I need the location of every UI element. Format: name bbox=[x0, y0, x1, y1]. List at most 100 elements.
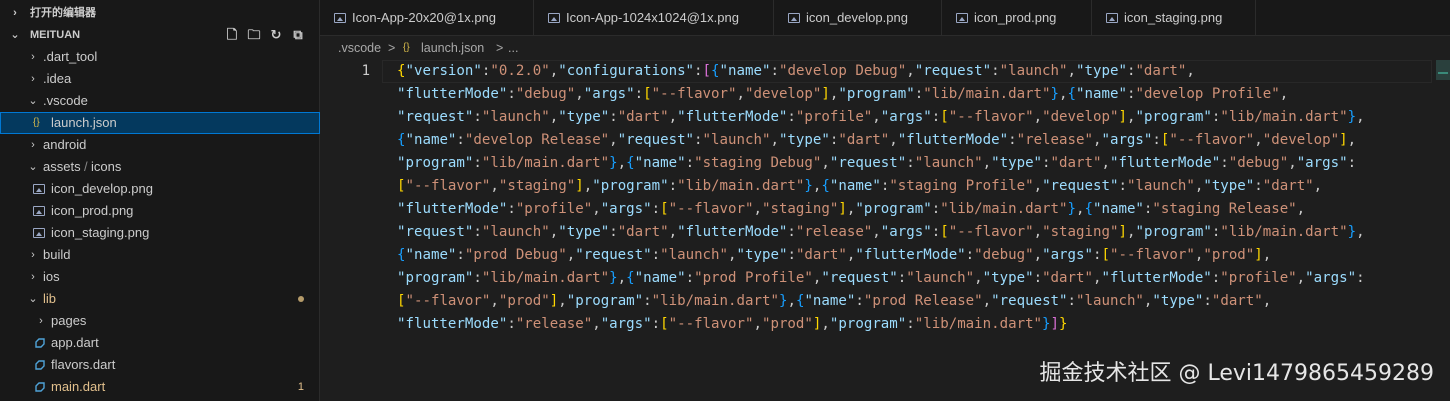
tree-item-label: android bbox=[43, 137, 87, 152]
tree-item-label: .idea bbox=[43, 71, 72, 86]
tree-item-label: main.dart bbox=[51, 379, 106, 394]
code-line: {"name":"develop Release","request":"lau… bbox=[397, 132, 1357, 148]
collapse-all-icon[interactable]: ⧉ bbox=[290, 27, 306, 43]
tree-item-ios[interactable]: › ios bbox=[0, 266, 320, 288]
tree-item-label: pages bbox=[51, 313, 87, 328]
tree-item-label: flavors.dart bbox=[51, 357, 116, 372]
tree-item-icon-prod[interactable]: icon_prod.png bbox=[0, 200, 320, 222]
image-file-icon bbox=[788, 13, 800, 23]
tree-item-label: icon_staging.png bbox=[51, 225, 150, 240]
code-line: ["--flavor","prod"],"program":"lib/main.… bbox=[397, 293, 1272, 309]
code-editor[interactable]: 1 {"version":"0.2.0","configurations":[{… bbox=[320, 60, 1450, 401]
image-file-icon bbox=[33, 184, 45, 194]
tree-item-assets-icons[interactable]: ⌄ assets / icons bbox=[0, 156, 320, 178]
tab-icon-app-1024[interactable]: Icon-App-1024x1024@1x.png bbox=[534, 0, 774, 36]
tree-item-icon-staging[interactable]: icon_staging.png bbox=[0, 222, 320, 244]
code-line: {"version":"0.2.0","configurations":[{"n… bbox=[397, 63, 1195, 79]
tree-item-icon-develop[interactable]: icon_develop.png bbox=[0, 178, 320, 200]
chevron-down-icon: ⌄ bbox=[28, 161, 38, 173]
tab-icon-prod[interactable]: icon_prod.png bbox=[942, 0, 1092, 36]
refresh-icon[interactable]: ↻ bbox=[268, 27, 284, 43]
breadcrumb-more[interactable]: ... bbox=[508, 36, 518, 60]
code-line: "program":"lib/main.dart"},{"name":"stag… bbox=[397, 155, 1357, 171]
tree-item-pages[interactable]: › pages bbox=[0, 310, 320, 332]
code-line: "request":"launch","type":"dart","flutte… bbox=[397, 224, 1365, 240]
tab-label: Icon-App-20x20@1x.png bbox=[352, 10, 497, 25]
chevron-down-icon: ⌄ bbox=[10, 29, 20, 41]
dart-file-icon bbox=[35, 360, 45, 370]
tree-item-lib[interactable]: ⌄ lib bbox=[0, 288, 320, 310]
project-label: MEITUAN bbox=[30, 29, 81, 41]
tree-item-main-dart[interactable]: main.dart 1 bbox=[0, 376, 320, 398]
chevron-right-icon: › bbox=[31, 249, 35, 261]
open-editors-header[interactable]: › 打开的编辑器 bbox=[0, 2, 320, 24]
tree-item-launch-json[interactable]: {} launch.json bbox=[0, 112, 320, 134]
chevron-right-icon: › bbox=[31, 73, 35, 85]
dart-file-icon bbox=[35, 338, 45, 348]
breadcrumb-separator: > bbox=[388, 41, 396, 55]
tree-item-label: assets bbox=[43, 159, 81, 174]
tab-icon-app-20[interactable]: Icon-App-20x20@1x.png bbox=[320, 0, 534, 36]
chevron-down-icon: ⌄ bbox=[28, 95, 38, 107]
tab-icon-staging[interactable]: icon_staging.png bbox=[1092, 0, 1256, 36]
open-editors-label: 打开的编辑器 bbox=[30, 7, 96, 19]
path-separator: / bbox=[84, 159, 88, 174]
project-header[interactable]: ⌄ MEITUAN 🗋 🗀 ↻ ⧉ bbox=[0, 24, 320, 46]
tree-item-app-dart[interactable]: app.dart bbox=[0, 332, 320, 354]
tree-item-label: icon_develop.png bbox=[51, 181, 153, 196]
breadcrumb-separator: > bbox=[496, 41, 504, 55]
tree-item-label: lib bbox=[43, 291, 57, 306]
code-line: "program":"lib/main.dart"},{"name":"prod… bbox=[397, 270, 1365, 286]
tree-item-android[interactable]: › android bbox=[0, 134, 320, 156]
chevron-right-icon: › bbox=[39, 315, 43, 327]
tree-item-vscode[interactable]: ⌄ .vscode bbox=[0, 90, 320, 112]
chevron-right-icon: › bbox=[31, 139, 35, 151]
breadcrumb: .vscode > {} launch.json > ... bbox=[320, 36, 1450, 60]
tree-item-flavors-dart[interactable]: flavors.dart bbox=[0, 354, 320, 376]
chevron-down-icon: ⌄ bbox=[28, 293, 38, 305]
image-file-icon bbox=[548, 13, 560, 23]
code-line: "request":"launch","type":"dart","flutte… bbox=[397, 109, 1365, 125]
chevron-right-icon: › bbox=[31, 51, 35, 63]
new-folder-icon[interactable]: 🗀 bbox=[246, 27, 262, 43]
chevron-right-icon: › bbox=[13, 7, 17, 19]
modified-dot bbox=[298, 296, 304, 302]
tab-label: Icon-App-1024x1024@1x.png bbox=[566, 10, 739, 25]
code-line: "flutterMode":"release","args":["--flavo… bbox=[397, 316, 1068, 332]
tree-item-label: .vscode bbox=[43, 93, 88, 108]
dart-file-icon bbox=[35, 382, 45, 392]
scrollbar-marker bbox=[1438, 72, 1448, 74]
tree-item-build[interactable]: › build bbox=[0, 244, 320, 266]
image-file-icon bbox=[1106, 13, 1118, 23]
tree-item-label-2: icons bbox=[91, 159, 122, 174]
tree-item-label: launch.json bbox=[51, 115, 117, 130]
minimap[interactable] bbox=[1436, 60, 1450, 80]
code-line: {"name":"prod Debug","request":"launch",… bbox=[397, 247, 1272, 263]
tree-item-dart-tool[interactable]: › .dart_tool bbox=[0, 46, 320, 68]
tab-label: icon_prod.png bbox=[974, 10, 1057, 25]
line-number: 1 bbox=[361, 63, 370, 79]
tree-item-idea[interactable]: › .idea bbox=[0, 68, 320, 90]
image-file-icon bbox=[33, 228, 45, 238]
tree-item-label: ios bbox=[43, 269, 60, 284]
explorer-sidebar: › 打开的编辑器 ⌄ MEITUAN 🗋 🗀 ↻ ⧉ › .dart_tool … bbox=[0, 0, 320, 401]
editor-tabs: Icon-App-20x20@1x.png Icon-App-1024x1024… bbox=[320, 0, 1450, 36]
image-file-icon bbox=[956, 13, 968, 23]
code-content[interactable]: {"version":"0.2.0","configurations":[{"n… bbox=[397, 60, 1365, 336]
breadcrumb-file[interactable]: launch.json bbox=[421, 36, 484, 60]
image-file-icon bbox=[334, 13, 346, 23]
problem-count-badge: 1 bbox=[297, 381, 304, 393]
tab-label: icon_staging.png bbox=[1124, 10, 1223, 25]
watermark: 掘金技术社区 @ Levi1479865459289 bbox=[1039, 361, 1435, 386]
tab-icon-develop[interactable]: icon_develop.png bbox=[774, 0, 942, 36]
code-line: "flutterMode":"profile","args":["--flavo… bbox=[397, 201, 1306, 217]
explorer-actions: 🗋 🗀 ↻ ⧉ bbox=[224, 24, 306, 46]
tree-item-label: app.dart bbox=[51, 335, 99, 350]
tab-label: icon_develop.png bbox=[806, 10, 908, 25]
tree-item-label: build bbox=[43, 247, 71, 262]
image-file-icon bbox=[33, 206, 45, 216]
json-icon: {} bbox=[33, 117, 40, 128]
code-line: "flutterMode":"debug","args":["--flavor"… bbox=[397, 86, 1289, 102]
breadcrumb-folder[interactable]: .vscode bbox=[338, 36, 381, 60]
new-file-icon[interactable]: 🗋 bbox=[224, 27, 240, 43]
